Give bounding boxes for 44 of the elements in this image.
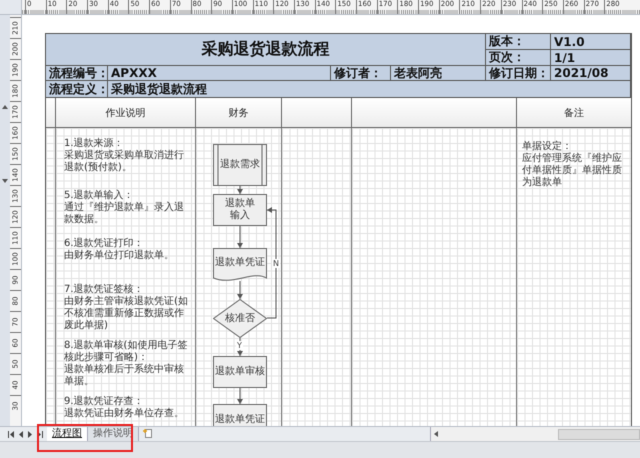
connector-arrow: [237, 280, 243, 300]
field-value: APXXX: [108, 66, 331, 81]
step-description: 9.退款凭证存查： 退款凭证由财务单位存查。: [64, 396, 185, 420]
first-page-icon[interactable]: [8, 430, 14, 438]
lane-header: [46, 98, 56, 128]
chevron-down-icon[interactable]: [2, 179, 8, 183]
process-box: 退款单审核: [213, 356, 267, 388]
step-description: 8.退款单审核(如使用电子签核此步骤可省略)： 退款单核准后于系统中审核单据。: [64, 340, 188, 388]
step-description: 7.退款凭证签核： 由财务主管审核退款凭证(如不核准需重新修正数据或作废此单据): [64, 284, 189, 332]
step-description: 5.退款单输入： 通过『维护退款单』录入退款数据。: [64, 190, 185, 226]
sheet-tab[interactable]: 流程图: [47, 427, 88, 441]
branch-label: N: [272, 259, 280, 268]
step-description: 6.退款凭证打印： 由财务单位打印退款单。: [64, 238, 175, 262]
scrollbar-thumb[interactable]: [558, 428, 640, 440]
lane-header: 财务: [196, 98, 282, 128]
field-label: 页次：: [486, 50, 551, 66]
lane-header: 作业说明: [56, 98, 196, 128]
field-label: 版本：: [486, 34, 551, 50]
document-shape: 退款单凭证: [213, 248, 267, 284]
field-label: 修订者：: [331, 66, 391, 81]
step-description: 1.退款来源： 采购退货或采购单取消进行退款(预付款)。: [64, 138, 185, 174]
predefined-process-box: 退款需求: [213, 144, 267, 186]
add-page-icon[interactable]: [143, 429, 153, 438]
branch-label: Y: [236, 341, 243, 350]
field-label: 流程编号：: [46, 66, 108, 81]
field-value: 2021/08: [551, 66, 631, 81]
document-title: 采购退货退款流程: [46, 34, 486, 66]
note-text: 单据设定： 应付管理系统『维护应付单据性质』单据性质为退款单: [522, 141, 623, 189]
field-value: 老表阿亮: [391, 66, 486, 81]
field-value: 1/1: [551, 50, 631, 66]
previous-page-icon[interactable]: [19, 430, 23, 438]
next-page-icon[interactable]: [28, 430, 32, 438]
field-label: 修订日期：: [486, 66, 551, 81]
chevron-up-icon[interactable]: [2, 105, 8, 109]
connector-arrow: [237, 338, 243, 356]
decision-diamond: 核准否: [213, 299, 267, 338]
connector-arrow: [237, 226, 243, 248]
horizontal-scrollbar[interactable]: [430, 427, 640, 441]
connector-arrow: [237, 388, 243, 404]
process-box: 退款单凭证: [213, 404, 267, 426]
scroll-left-icon[interactable]: [434, 431, 438, 437]
field-value: V1.0: [551, 34, 631, 50]
process-box: 退款单 输入: [213, 194, 267, 226]
last-page-icon[interactable]: [37, 430, 43, 438]
